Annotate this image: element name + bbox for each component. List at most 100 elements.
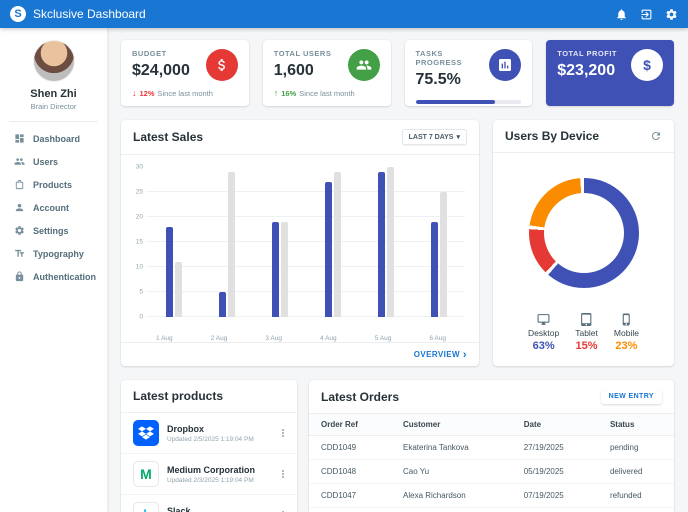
sidebar-item-authentication[interactable]: Authentication	[0, 265, 107, 288]
last-7-days-button[interactable]: LAST 7 DAYS ▾	[401, 129, 467, 145]
sidebar-item-account[interactable]: Account	[0, 196, 107, 219]
sidebar-item-users[interactable]: Users	[0, 150, 107, 173]
text-fields-icon	[15, 249, 24, 257]
budget-delta-pct: 12%	[139, 88, 155, 98]
refresh-button[interactable]	[650, 130, 662, 142]
more-options-button[interactable]	[277, 468, 289, 480]
dropbox-logo-icon	[133, 420, 159, 446]
settings-button[interactable]	[665, 8, 678, 21]
order-customer: Ekaterina Tankova	[391, 435, 512, 460]
gear-icon	[666, 8, 677, 20]
x-axis-label: 3 Aug	[265, 335, 282, 342]
tasks-progress-bar	[415, 100, 522, 104]
total-users-delta: ↑ 16% Since last month	[274, 88, 380, 98]
sales-bar	[174, 262, 182, 317]
sales-bar	[271, 222, 279, 317]
tasks-progress-value: 75.5%	[415, 71, 461, 88]
table-row: CDD1049 Ekaterina Tankova 27/19/2025 pen…	[309, 435, 674, 460]
latest-orders-card: Latest Orders NEW ENTRY Order Ref Custom…	[309, 380, 674, 512]
product-name: Medium Corporation	[167, 464, 255, 475]
sales-chart-xlabels: 1 Aug 2 Aug 3 Aug 4 Aug 5 Aug 6 Aug	[137, 332, 479, 342]
device-donut	[528, 178, 639, 288]
column-header: Order Ref	[309, 414, 391, 436]
sales-bar	[227, 172, 235, 317]
list-item: M Medium Corporation Updated 2/3/2025 1:…	[121, 454, 297, 495]
sales-bar	[430, 222, 438, 317]
y-axis-label: 15	[135, 238, 143, 246]
sidebar-item-products[interactable]: Products	[0, 173, 107, 196]
device-legend-label: Desktop	[528, 328, 560, 338]
topbar: S Skclusive Dashboard	[0, 0, 688, 28]
device-legend-item: Tablet 15%	[575, 313, 598, 352]
device-legend-percent: 23%	[615, 340, 638, 352]
shopping-bag-icon	[15, 179, 24, 190]
tasks-progress-bar-fill	[415, 100, 496, 104]
user-role: Brain Director	[30, 102, 77, 111]
order-date: 27/19/2025	[511, 435, 598, 460]
sales-chart: 30 25 20 15 10 5 0	[121, 155, 479, 332]
people-icon	[14, 158, 25, 165]
sales-bar	[333, 172, 341, 317]
input-button[interactable]	[640, 8, 653, 21]
refresh-icon	[652, 132, 660, 140]
last-7-days-label: LAST 7 DAYS	[408, 133, 454, 141]
sales-chart-ylabels: 30 25 20 15 10 5 0	[131, 164, 147, 321]
sidebar-item-dashboard[interactable]: Dashboard	[0, 127, 107, 150]
table-row: CDD1047 Alexa Richardson 07/19/2025 refu…	[309, 483, 674, 508]
more-options-button[interactable]	[277, 427, 289, 439]
caret-down-icon: ▾	[456, 134, 460, 141]
overview-label: OVERVIEW	[413, 350, 460, 359]
new-entry-button[interactable]: NEW ENTRY	[600, 389, 662, 404]
device-chart	[493, 153, 674, 313]
latest-orders-title: Latest Orders	[321, 389, 400, 404]
sidebar-item-settings[interactable]: Settings	[0, 219, 107, 242]
product-updated: Updated 2/3/2025 1:19:04 PM	[167, 476, 254, 484]
slack-logo-icon	[133, 502, 159, 512]
gear-icon	[15, 226, 24, 235]
lists-row: Latest products Dropbox Updated 2/5/2025…	[121, 380, 674, 512]
tablet-icon	[581, 313, 592, 326]
sales-bar-group	[200, 167, 253, 317]
person-icon	[15, 203, 24, 212]
budget-value: $24,000	[132, 62, 190, 79]
people-icon	[347, 49, 380, 81]
app-logo-icon: S	[10, 6, 26, 22]
total-profit-label: TOTAL PROFIT	[557, 49, 617, 58]
order-ref: CDD1048	[309, 459, 391, 484]
status-badge: pending	[597, 435, 674, 460]
total-profit-value: $23,200	[557, 62, 616, 79]
tasks-progress-label: TASKS PROGRESS	[415, 49, 463, 67]
user-name: Shen Zhi	[30, 88, 77, 100]
stats-row: BUDGET $24,000 ↓ 12% Since last month TO…	[121, 40, 674, 106]
order-customer: Alexa Richardson	[391, 483, 512, 508]
sales-bar	[218, 292, 226, 317]
arrow-down-icon: ↓	[132, 88, 137, 98]
orders-table: Order Ref Customer Date Status CDD1049 E…	[309, 414, 674, 508]
sales-bar-group	[306, 167, 359, 317]
y-axis-label: 0	[139, 313, 143, 321]
device-donut-hole	[543, 193, 624, 273]
product-list: Dropbox Updated 2/5/2025 1:19:04 PM M Me…	[121, 413, 297, 512]
dots-vertical-icon	[282, 470, 284, 478]
orders-header-row: Order Ref Customer Date Status	[309, 414, 674, 436]
column-header: Status	[597, 414, 674, 436]
avatar[interactable]	[32, 40, 75, 82]
sidebar-item-label: Typography	[33, 248, 84, 259]
sidebar-item-label: Account	[33, 202, 69, 213]
sidebar-item-typography[interactable]: Typography	[0, 242, 107, 265]
overview-button[interactable]: OVERVIEW ›	[413, 348, 467, 361]
budget-card: BUDGET $24,000 ↓ 12% Since last month	[121, 40, 249, 106]
device-legend: Desktop 63% Tablet 15% Mobile 23%	[493, 313, 674, 366]
order-date: 07/19/2025	[511, 483, 598, 508]
device-legend-percent: 63%	[532, 340, 555, 352]
sales-bar	[439, 192, 447, 317]
budget-delta: ↓ 12% Since last month	[132, 88, 238, 98]
list-item: Dropbox Updated 2/5/2025 1:19:04 PM	[121, 413, 297, 454]
total-users-delta-note: Since last month	[299, 88, 355, 98]
sales-chart-plot	[147, 167, 465, 317]
notifications-button[interactable]	[615, 8, 628, 21]
medium-logo-icon: M	[133, 461, 159, 487]
chevron-right-icon: ›	[462, 348, 467, 361]
dots-vertical-icon	[282, 429, 284, 437]
y-axis-label: 20	[135, 213, 143, 221]
